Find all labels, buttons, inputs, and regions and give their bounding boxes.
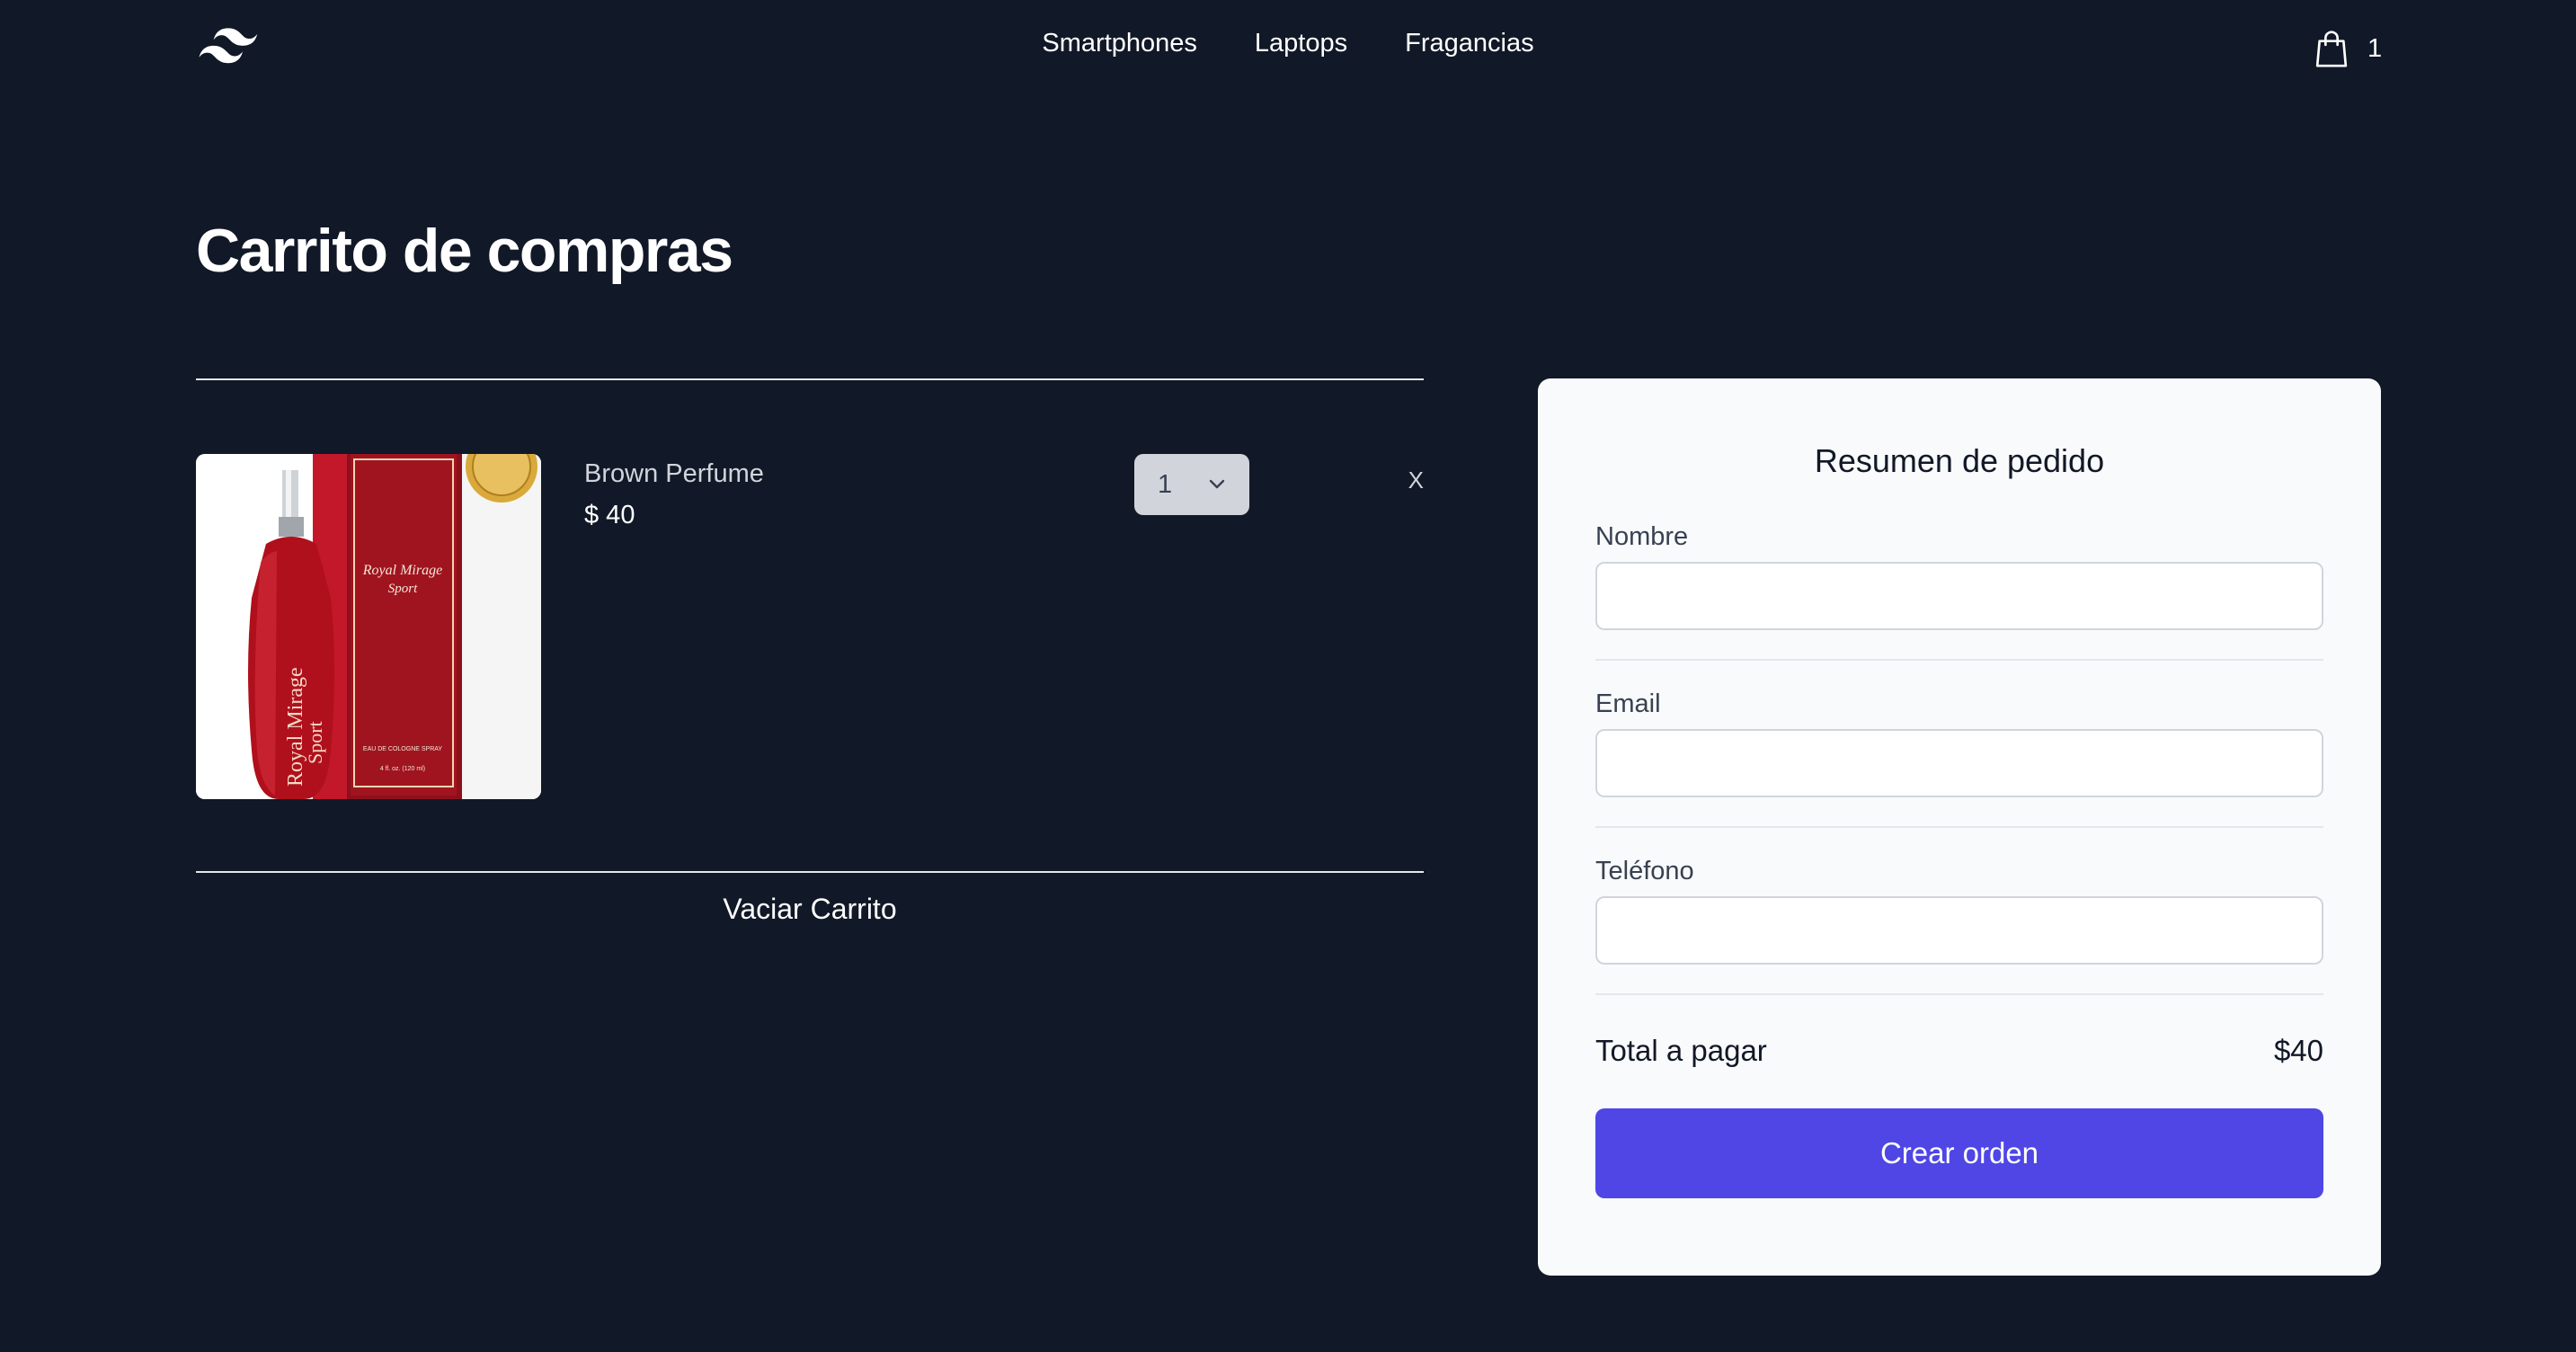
name-label: Nombre xyxy=(1595,522,1689,551)
name-field-group: Nombre xyxy=(1595,522,2323,661)
create-order-button[interactable]: Crear orden xyxy=(1595,1108,2323,1198)
phone-field-group: Teléfono xyxy=(1595,857,2323,995)
divider xyxy=(196,871,1424,873)
phone-input[interactable] xyxy=(1595,896,2323,965)
cart-count-badge: 1 xyxy=(2367,33,2383,63)
box-volume-text: 4 fl. oz. (120 ml) xyxy=(380,766,425,772)
box-line-text: Sport xyxy=(388,582,418,596)
bottle-line-text: Sport xyxy=(304,721,326,764)
chevron-down-icon xyxy=(1209,479,1225,489)
site-header: Smartphones Laptops Fragancias 1 xyxy=(0,0,2576,99)
shopping-bag-icon xyxy=(2315,31,2348,67)
quantity-select[interactable]: 1 xyxy=(1134,454,1249,515)
summary-title: Resumen de pedido xyxy=(1814,442,2105,479)
total-value: $40 xyxy=(2273,1034,2323,1067)
box-label-text: EAU DE COLOGNE SPRAY xyxy=(363,746,443,752)
remove-item-button[interactable]: X xyxy=(1408,467,1424,494)
empty-cart-button[interactable]: Vaciar Carrito xyxy=(196,893,1424,926)
nav-smartphones[interactable]: Smartphones xyxy=(1042,29,1197,58)
product-image: Royal Mirage Sport EAU DE COLOGNE SPRAY … xyxy=(196,454,541,799)
cart-list: Royal Mirage Sport EAU DE COLOGNE SPRAY … xyxy=(196,378,1424,926)
divider xyxy=(1595,659,2323,661)
phone-label: Teléfono xyxy=(1595,857,1694,885)
main-nav: Smartphones Laptops Fragancias xyxy=(0,29,2576,58)
email-field-group: Email xyxy=(1595,689,2323,828)
quantity-value: 1 xyxy=(1158,469,1173,499)
email-input[interactable] xyxy=(1595,729,2323,797)
nav-fragancias[interactable]: Fragancias xyxy=(1405,29,1533,58)
page-title: Carrito de compras xyxy=(196,217,733,285)
cart-button[interactable]: 1 xyxy=(2314,27,2382,70)
order-summary-panel: Resumen de pedido Nombre Email Teléfono … xyxy=(1538,378,2381,1276)
box-brand-text: Royal Mirage xyxy=(362,563,442,578)
cart-item: Royal Mirage Sport EAU DE COLOGNE SPRAY … xyxy=(196,380,1424,871)
total-row: Total a pagar $40 xyxy=(1595,1024,2323,1078)
divider xyxy=(1595,826,2323,828)
email-label: Email xyxy=(1595,689,1661,718)
perfume-illustration: Royal Mirage Sport EAU DE COLOGNE SPRAY … xyxy=(196,454,541,799)
divider xyxy=(1595,993,2323,995)
name-input[interactable] xyxy=(1595,562,2323,630)
total-label: Total a pagar xyxy=(1595,1034,1767,1067)
product-name: Brown Perfume xyxy=(584,459,764,488)
nav-laptops[interactable]: Laptops xyxy=(1255,29,1347,58)
product-price: $ 40 xyxy=(584,501,635,529)
